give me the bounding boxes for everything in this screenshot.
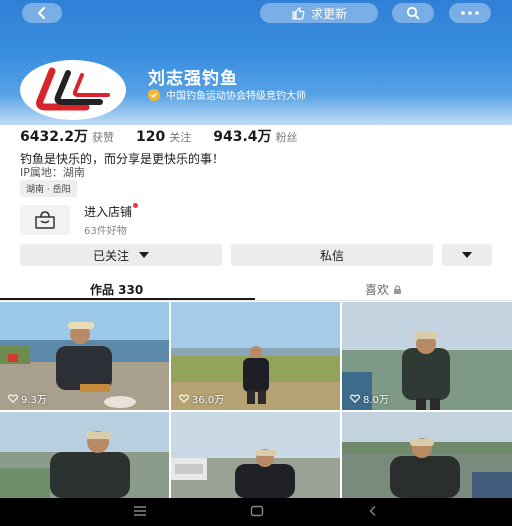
followed-label: 已关注: [92, 248, 129, 263]
video-likes: 8.0万: [350, 391, 389, 406]
following-count: 120: [136, 129, 166, 145]
back-nav-icon[interactable]: [368, 505, 378, 517]
video-likes-count: 9.3万: [21, 395, 47, 406]
lock-icon: [394, 285, 402, 294]
caret-down-icon: [139, 252, 149, 258]
followers-label: 粉丝: [275, 131, 298, 144]
profile-page: 求更新 刘志强钓鱼 中国钓鱼运动协会特级竞钓大师 6432.2万 获赞 120 …: [0, 0, 512, 526]
brand-logo-icon: [36, 67, 110, 111]
video-likes: 9.3万: [8, 391, 47, 406]
video-thumbnail[interactable]: [342, 412, 512, 498]
message-button[interactable]: 私信: [231, 244, 433, 266]
likes-label: 获赞: [92, 131, 115, 144]
shop-bag-icon: [20, 205, 70, 235]
video-likes-count: 36.0万: [192, 395, 225, 406]
followers-count: 943.4万: [213, 129, 272, 145]
video-likes-count: 8.0万: [363, 395, 389, 406]
verified-badge-icon: [148, 88, 160, 101]
tab-likes[interactable]: 喜欢: [365, 281, 402, 298]
tab-divider: [0, 300, 512, 301]
followed-button[interactable]: 已关注: [20, 244, 222, 266]
search-icon: [406, 6, 420, 20]
tab-works[interactable]: 作品 330: [90, 281, 143, 298]
heart-icon: [350, 394, 360, 403]
message-label: 私信: [319, 248, 344, 263]
video-thumbnail[interactable]: 9.3万: [0, 302, 169, 410]
video-thumbnail[interactable]: 8.0万: [342, 302, 512, 410]
search-button[interactable]: [392, 3, 434, 23]
verification-text: 中国钓鱼运动协会特级竞钓大师: [166, 91, 306, 102]
avatar[interactable]: [20, 60, 126, 120]
menu-icon[interactable]: [133, 505, 147, 517]
notification-dot: [133, 203, 139, 208]
location-tag: 湖南 · 岳阳: [20, 180, 77, 197]
request-update-button[interactable]: 求更新: [260, 3, 378, 23]
profile-name: 刘志强钓鱼: [148, 69, 238, 89]
caret-down-icon: [462, 252, 472, 258]
shop-subtitle: 63件好物: [84, 226, 127, 237]
profile-stats: 6432.2万 获赞 120 关注 943.4万 粉丝: [20, 126, 320, 146]
chevron-left-icon: [38, 7, 45, 19]
likes-count: 6432.2万: [20, 129, 89, 145]
heart-icon: [179, 394, 189, 403]
request-update-label: 求更新: [310, 6, 347, 21]
video-thumbnail[interactable]: [0, 412, 169, 498]
heart-icon: [8, 394, 18, 403]
home-icon[interactable]: [250, 505, 264, 517]
video-thumbnail[interactable]: [171, 412, 340, 498]
back-button[interactable]: [22, 3, 62, 23]
system-nav-bar: [0, 498, 512, 526]
more-button[interactable]: [449, 3, 491, 23]
shop-entry[interactable]: 进入店铺 63件好物: [20, 203, 200, 237]
shop-title: 进入店铺: [84, 205, 133, 219]
recommend-dropdown-button[interactable]: [442, 244, 492, 266]
verification-row: 中国钓鱼运动协会特级竞钓大师: [148, 87, 306, 102]
following-label: 关注: [169, 131, 192, 144]
tab-likes-label: 喜欢: [365, 283, 390, 297]
following-stat[interactable]: 120 关注: [136, 129, 191, 145]
video-likes: 36.0万: [179, 391, 224, 406]
more-dots-icon: [461, 11, 479, 15]
thumbs-hand-icon: [292, 6, 305, 20]
ip-location: IP属地：湖南: [20, 166, 85, 179]
likes-stat: 6432.2万 获赞: [20, 126, 114, 146]
video-thumbnail[interactable]: 36.0万: [171, 302, 340, 410]
followers-stat[interactable]: 943.4万 粉丝: [213, 126, 297, 146]
